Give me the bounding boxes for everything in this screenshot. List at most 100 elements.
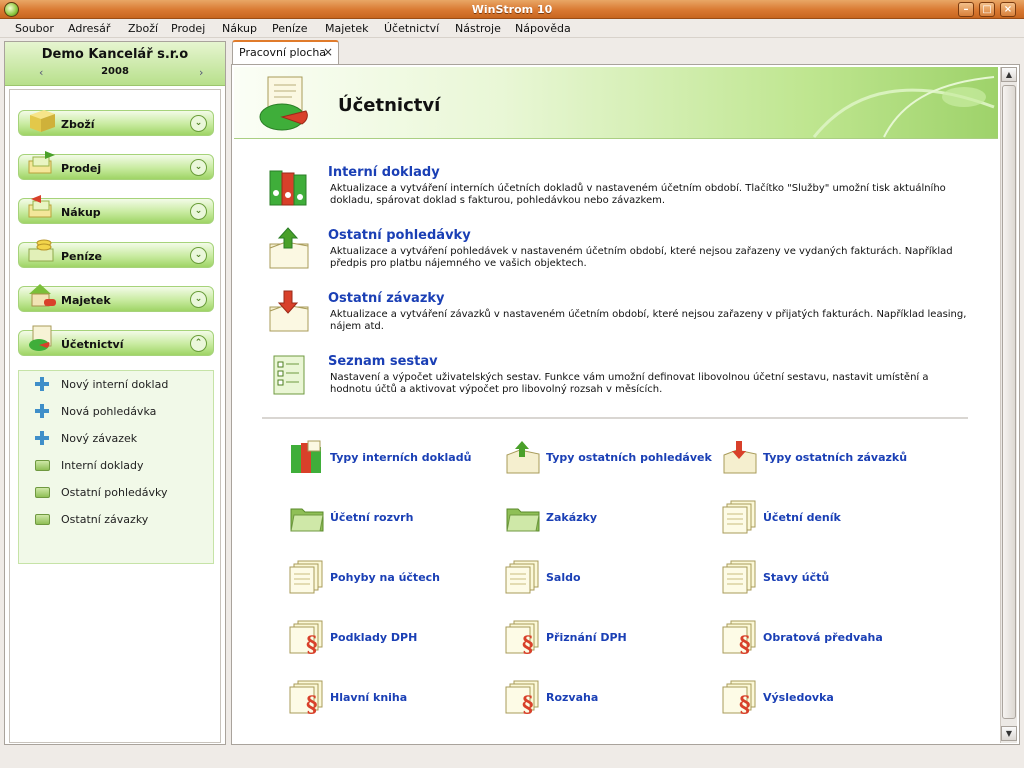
documents-icon	[289, 560, 323, 594]
link-vat-return[interactable]: § Přiznání DPH	[502, 617, 712, 657]
menu-napoveda[interactable]: Nápověda	[515, 22, 571, 35]
menu-majetek[interactable]: Majetek	[325, 22, 369, 35]
category-label: Účetnictví	[61, 338, 124, 351]
workspace-content: Účetnictví Interní doklady Aktualizace a…	[231, 64, 1020, 745]
category-penize[interactable]: Peníze ⌄	[18, 239, 214, 268]
link-balance[interactable]: Saldo	[502, 557, 712, 597]
link-chart-of-accounts[interactable]: Účetní rozvrh	[286, 497, 496, 537]
scroll-thumb[interactable]	[1002, 85, 1016, 719]
link-internal-doc-types[interactable]: Typy interních dokladů	[286, 437, 496, 477]
tab-label: Pracovní plocha	[239, 46, 327, 59]
svg-text:§: §	[306, 632, 318, 655]
accounting-icon	[29, 325, 52, 351]
minimize-button[interactable]: –	[958, 2, 974, 17]
link-liability-types[interactable]: Typy ostatních závazků	[719, 437, 929, 477]
menu-prodej[interactable]: Prodej	[171, 22, 205, 35]
feature-title[interactable]: Ostatní závazky	[328, 291, 445, 306]
menu-ucetnictvi[interactable]: Účetnictví	[384, 22, 439, 35]
folder-down-icon	[269, 290, 309, 332]
accounting-chart-icon	[259, 76, 308, 131]
chevron-down-icon[interactable]: ⌄	[190, 247, 207, 264]
link-balance-sheet[interactable]: § Rozvaha	[502, 677, 712, 717]
link-label: Typy ostatních pohledávek	[546, 451, 712, 464]
menu-penize[interactable]: Peníze	[272, 22, 308, 35]
link-label: Pohyby na účtech	[330, 571, 440, 584]
company-header: Demo Kancelář s.r.o ‹ 2008 ›	[5, 42, 225, 86]
feature-title[interactable]: Ostatní pohledávky	[328, 228, 471, 243]
menu-zbozi[interactable]: Zboží	[128, 22, 158, 35]
link-income-statement[interactable]: § Výsledovka	[719, 677, 929, 717]
folder-up-icon	[269, 227, 309, 269]
link-orders[interactable]: Zakázky	[502, 497, 712, 537]
chevron-down-icon[interactable]: ⌄	[190, 291, 207, 308]
menu-adresar[interactable]: Adresář	[68, 22, 110, 35]
link-account-states[interactable]: Stavy účtů	[719, 557, 929, 597]
sub-item-new-liability[interactable]: Nový závazek	[29, 429, 209, 447]
sub-item-new-receivable[interactable]: Nová pohledávka	[29, 402, 209, 420]
sub-item-other-receivables[interactable]: Ostatní pohledávky	[29, 483, 209, 501]
nav-panel: Zboží ⌄ Prodej ⌄ Nákup ⌄ Peníze ⌄ Majete…	[9, 89, 221, 743]
paragraph-documents-icon: §	[505, 620, 539, 655]
tab-workspace[interactable]: Pracovní plocha ×	[232, 40, 339, 65]
feature-description: Aktualizace a vytváření závazků v nastav…	[330, 309, 967, 332]
chevron-down-icon[interactable]: ⌄	[190, 159, 207, 176]
checklist-icon	[273, 355, 305, 395]
sub-item-label: Ostatní pohledávky	[61, 486, 168, 499]
close-tab-icon[interactable]: ×	[323, 45, 333, 59]
link-label: Saldo	[546, 571, 581, 584]
category-majetek[interactable]: Majetek ⌄	[18, 284, 214, 312]
menu-soubor[interactable]: Soubor	[15, 22, 54, 35]
link-trial-balance[interactable]: § Obratová předvaha	[719, 617, 929, 657]
link-label: Typy interních dokladů	[330, 451, 472, 464]
category-prodej[interactable]: Prodej ⌄	[18, 151, 214, 180]
category-ucetnictvi[interactable]: Účetnictví ⌃	[18, 325, 214, 356]
binders-icon	[291, 440, 321, 473]
scroll-down-icon[interactable]: ▼	[1001, 726, 1017, 741]
buy-icon	[28, 195, 52, 218]
link-vat-documents[interactable]: § Podklady DPH	[286, 617, 496, 657]
folder-icon	[35, 514, 50, 525]
money-icon	[28, 239, 54, 262]
feature-internal-docs: Interní doklady Aktualizace a vytváření …	[260, 165, 980, 225]
category-nakup[interactable]: Nákup ⌄	[18, 195, 214, 224]
link-label: Zakázky	[546, 511, 598, 524]
link-journal[interactable]: Účetní deník	[719, 497, 929, 537]
close-button[interactable]: ×	[1000, 2, 1016, 17]
menu-nakup[interactable]: Nákup	[222, 22, 257, 35]
link-account-movements[interactable]: Pohyby na účtech	[286, 557, 496, 597]
paragraph-documents-icon: §	[289, 680, 323, 715]
category-label: Zboží	[61, 118, 95, 131]
feature-other-liabilities: Ostatní závazky Aktualizace a vytváření …	[260, 290, 980, 351]
sub-item-other-liabilities[interactable]: Ostatní závazky	[29, 510, 209, 528]
feature-title[interactable]: Interní doklady	[328, 165, 440, 180]
svg-text:§: §	[522, 632, 534, 655]
sub-item-internal-docs[interactable]: Interní doklady	[29, 456, 209, 474]
category-label: Majetek	[61, 294, 111, 307]
chevron-down-icon[interactable]: ⌄	[190, 115, 207, 132]
category-zbozi[interactable]: Zboží ⌄	[18, 110, 214, 136]
feature-title[interactable]: Seznam sestav	[328, 354, 438, 369]
chevron-down-icon[interactable]: ⌄	[190, 203, 207, 220]
leaf-decoration-icon	[812, 76, 995, 138]
feature-description: Aktualizace a vytváření pohledávek v nas…	[330, 246, 953, 269]
link-label: Přiznání DPH	[546, 631, 627, 644]
paragraph-documents-icon: §	[289, 620, 323, 655]
svg-text:§: §	[306, 692, 318, 715]
paragraph-documents-icon: §	[505, 680, 539, 715]
paragraph-documents-icon: §	[722, 620, 756, 655]
link-general-ledger[interactable]: § Hlavní kniha	[286, 677, 496, 717]
sub-item-label: Nová pohledávka	[61, 405, 157, 418]
binders-icon	[269, 170, 307, 206]
feature-description: Aktualizace a vytváření interních účetní…	[330, 183, 946, 206]
company-name: Demo Kancelář s.r.o	[41, 47, 189, 62]
link-receivable-types[interactable]: Typy ostatních pohledávek	[502, 437, 712, 477]
next-year-icon[interactable]: ›	[199, 66, 203, 79]
vertical-scrollbar[interactable]: ▲ ▼	[1000, 67, 1017, 743]
maximize-button[interactable]: □	[979, 2, 995, 17]
chevron-up-icon[interactable]: ⌃	[190, 335, 207, 352]
sub-item-new-internal-doc[interactable]: Nový interní doklad	[29, 375, 209, 393]
menu-nastroje[interactable]: Nástroje	[455, 22, 501, 35]
sub-item-label: Ostatní závazky	[61, 513, 149, 526]
scroll-up-icon[interactable]: ▲	[1001, 67, 1017, 82]
category-label: Prodej	[61, 162, 102, 175]
